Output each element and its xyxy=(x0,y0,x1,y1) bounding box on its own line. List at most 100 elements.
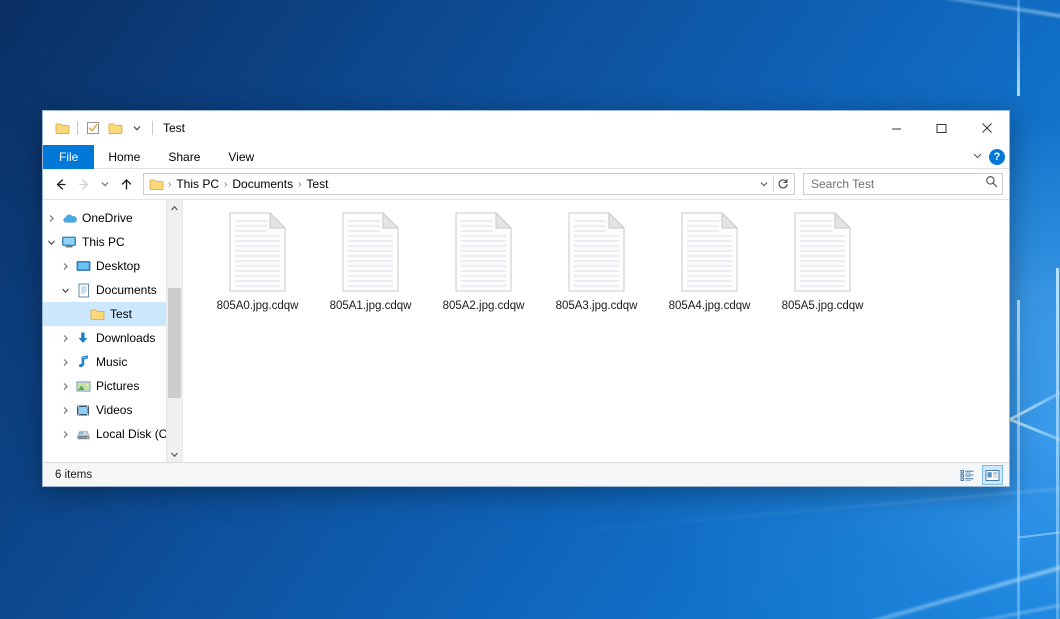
folder-icon[interactable] xyxy=(51,117,73,139)
search-input[interactable]: Search Test xyxy=(811,177,985,191)
file-item[interactable]: 805A0.jpg.cdqw xyxy=(201,210,314,312)
breadcrumb-item-this-pc[interactable]: This PC xyxy=(173,177,222,191)
back-button[interactable] xyxy=(49,173,71,195)
address-folder-icon xyxy=(148,178,166,191)
windows-logo-edge xyxy=(1017,300,1020,619)
maximize-button[interactable] xyxy=(919,111,964,145)
close-button[interactable] xyxy=(964,111,1009,145)
forward-button xyxy=(73,173,95,195)
breadcrumb-separator[interactable]: › xyxy=(222,179,229,190)
sidebar-label: Videos xyxy=(93,403,132,417)
file-explorer-window: Test File Home Share View ? xyxy=(42,110,1010,487)
title-bar: Test xyxy=(43,111,1009,145)
windows-logo-edge xyxy=(1056,268,1059,619)
onedrive-icon xyxy=(59,212,79,225)
folder-icon xyxy=(87,308,107,321)
wallpaper-light-beam xyxy=(522,486,1060,537)
chevron-down-icon[interactable] xyxy=(43,238,59,247)
sidebar-item-pictures[interactable]: Pictures xyxy=(43,374,182,398)
quick-access-toolbar xyxy=(43,117,157,139)
wallpaper-light-beam xyxy=(645,0,1060,19)
pictures-icon xyxy=(73,380,93,393)
tab-share[interactable]: Share xyxy=(154,145,214,169)
chevron-down-icon[interactable] xyxy=(972,148,983,166)
videos-icon xyxy=(73,404,93,417)
up-button[interactable] xyxy=(115,173,137,195)
sidebar-item-music[interactable]: Music xyxy=(43,350,182,374)
file-name: 805A4.jpg.cdqw xyxy=(669,300,751,312)
status-bar: 6 items xyxy=(43,462,1009,486)
breadcrumb: › This PC › Documents › Test xyxy=(166,177,755,191)
sidebar-item-desktop[interactable]: Desktop xyxy=(43,254,182,278)
documents-icon xyxy=(73,283,93,298)
breadcrumb-separator[interactable]: › xyxy=(296,179,303,190)
file-item[interactable]: 805A4.jpg.cdqw xyxy=(653,210,766,312)
sidebar-label: OneDrive xyxy=(79,211,133,225)
new-folder-icon[interactable] xyxy=(104,117,126,139)
chevron-right-icon[interactable] xyxy=(57,406,73,415)
file-name: 805A2.jpg.cdqw xyxy=(443,300,525,312)
item-count-label: 6 items xyxy=(49,469,92,481)
chevron-right-icon[interactable] xyxy=(57,430,73,439)
sidebar-item-local-disk-c[interactable]: Local Disk (C:) xyxy=(43,422,182,446)
chevron-right-icon[interactable] xyxy=(43,214,59,223)
downloads-icon xyxy=(73,331,93,345)
scroll-down-arrow-icon[interactable] xyxy=(167,446,182,462)
windows-logo-edge xyxy=(1017,0,1020,96)
file-item[interactable]: 805A5.jpg.cdqw xyxy=(766,210,879,312)
help-icon[interactable]: ? xyxy=(989,149,1005,165)
sidebar-item-test[interactable]: Test xyxy=(43,302,182,326)
search-icon[interactable] xyxy=(985,175,998,193)
sidebar-label: Pictures xyxy=(93,379,139,393)
scroll-up-arrow-icon[interactable] xyxy=(167,200,182,216)
properties-icon[interactable] xyxy=(82,117,104,139)
file-list-view[interactable]: 805A0.jpg.cdqw xyxy=(183,200,1009,462)
sidebar-label: Local Disk (C:) xyxy=(93,427,175,441)
search-box[interactable]: Search Test xyxy=(803,173,1003,195)
document-icon xyxy=(452,212,516,292)
this-pc-icon xyxy=(59,235,79,249)
ribbon-tab-bar: File Home Share View ? xyxy=(43,145,1009,169)
breadcrumb-separator[interactable]: › xyxy=(166,179,173,190)
breadcrumb-item-test[interactable]: Test xyxy=(303,177,331,191)
disk-icon xyxy=(73,428,93,441)
document-icon xyxy=(339,212,403,292)
address-bar-controls xyxy=(755,174,792,194)
navigation-scrollbar[interactable] xyxy=(166,200,182,462)
minimize-button[interactable] xyxy=(874,111,919,145)
document-icon xyxy=(791,212,855,292)
chevron-right-icon[interactable] xyxy=(57,334,73,343)
breadcrumb-item-documents[interactable]: Documents xyxy=(229,177,296,191)
file-item[interactable]: 805A3.jpg.cdqw xyxy=(540,210,653,312)
recent-locations-button[interactable] xyxy=(97,173,113,195)
chevron-down-icon[interactable] xyxy=(57,286,73,295)
tab-file[interactable]: File xyxy=(43,145,94,169)
window-title: Test xyxy=(163,121,185,135)
address-bar[interactable]: › This PC › Documents › Test xyxy=(143,173,795,195)
file-item[interactable]: 805A1.jpg.cdqw xyxy=(314,210,427,312)
chevron-right-icon[interactable] xyxy=(57,262,73,271)
customize-qat-icon[interactable] xyxy=(126,117,148,139)
sidebar-item-videos[interactable]: Videos xyxy=(43,398,182,422)
address-dropdown-icon[interactable] xyxy=(755,174,773,194)
refresh-icon[interactable] xyxy=(774,174,792,194)
sidebar-label: Music xyxy=(93,355,127,369)
document-icon xyxy=(678,212,742,292)
tab-home[interactable]: Home xyxy=(94,145,154,169)
file-name: 805A1.jpg.cdqw xyxy=(330,300,412,312)
sidebar-item-downloads[interactable]: Downloads xyxy=(43,326,182,350)
large-icons-view-button[interactable] xyxy=(982,465,1003,485)
details-view-button[interactable] xyxy=(957,465,978,485)
chevron-right-icon[interactable] xyxy=(57,382,73,391)
file-item[interactable]: 805A2.jpg.cdqw xyxy=(427,210,540,312)
navigation-pane: OneDrive This PC xyxy=(43,200,183,462)
explorer-body: OneDrive This PC xyxy=(43,199,1009,462)
sidebar-item-documents[interactable]: Documents xyxy=(43,278,182,302)
tab-view[interactable]: View xyxy=(214,145,268,169)
sidebar-item-this-pc[interactable]: This PC xyxy=(43,230,182,254)
ribbon-right-controls: ? xyxy=(972,145,1005,169)
scrollbar-thumb[interactable] xyxy=(168,288,181,398)
chevron-right-icon[interactable] xyxy=(57,358,73,367)
file-name: 805A5.jpg.cdqw xyxy=(782,300,864,312)
sidebar-item-onedrive[interactable]: OneDrive xyxy=(43,206,182,230)
